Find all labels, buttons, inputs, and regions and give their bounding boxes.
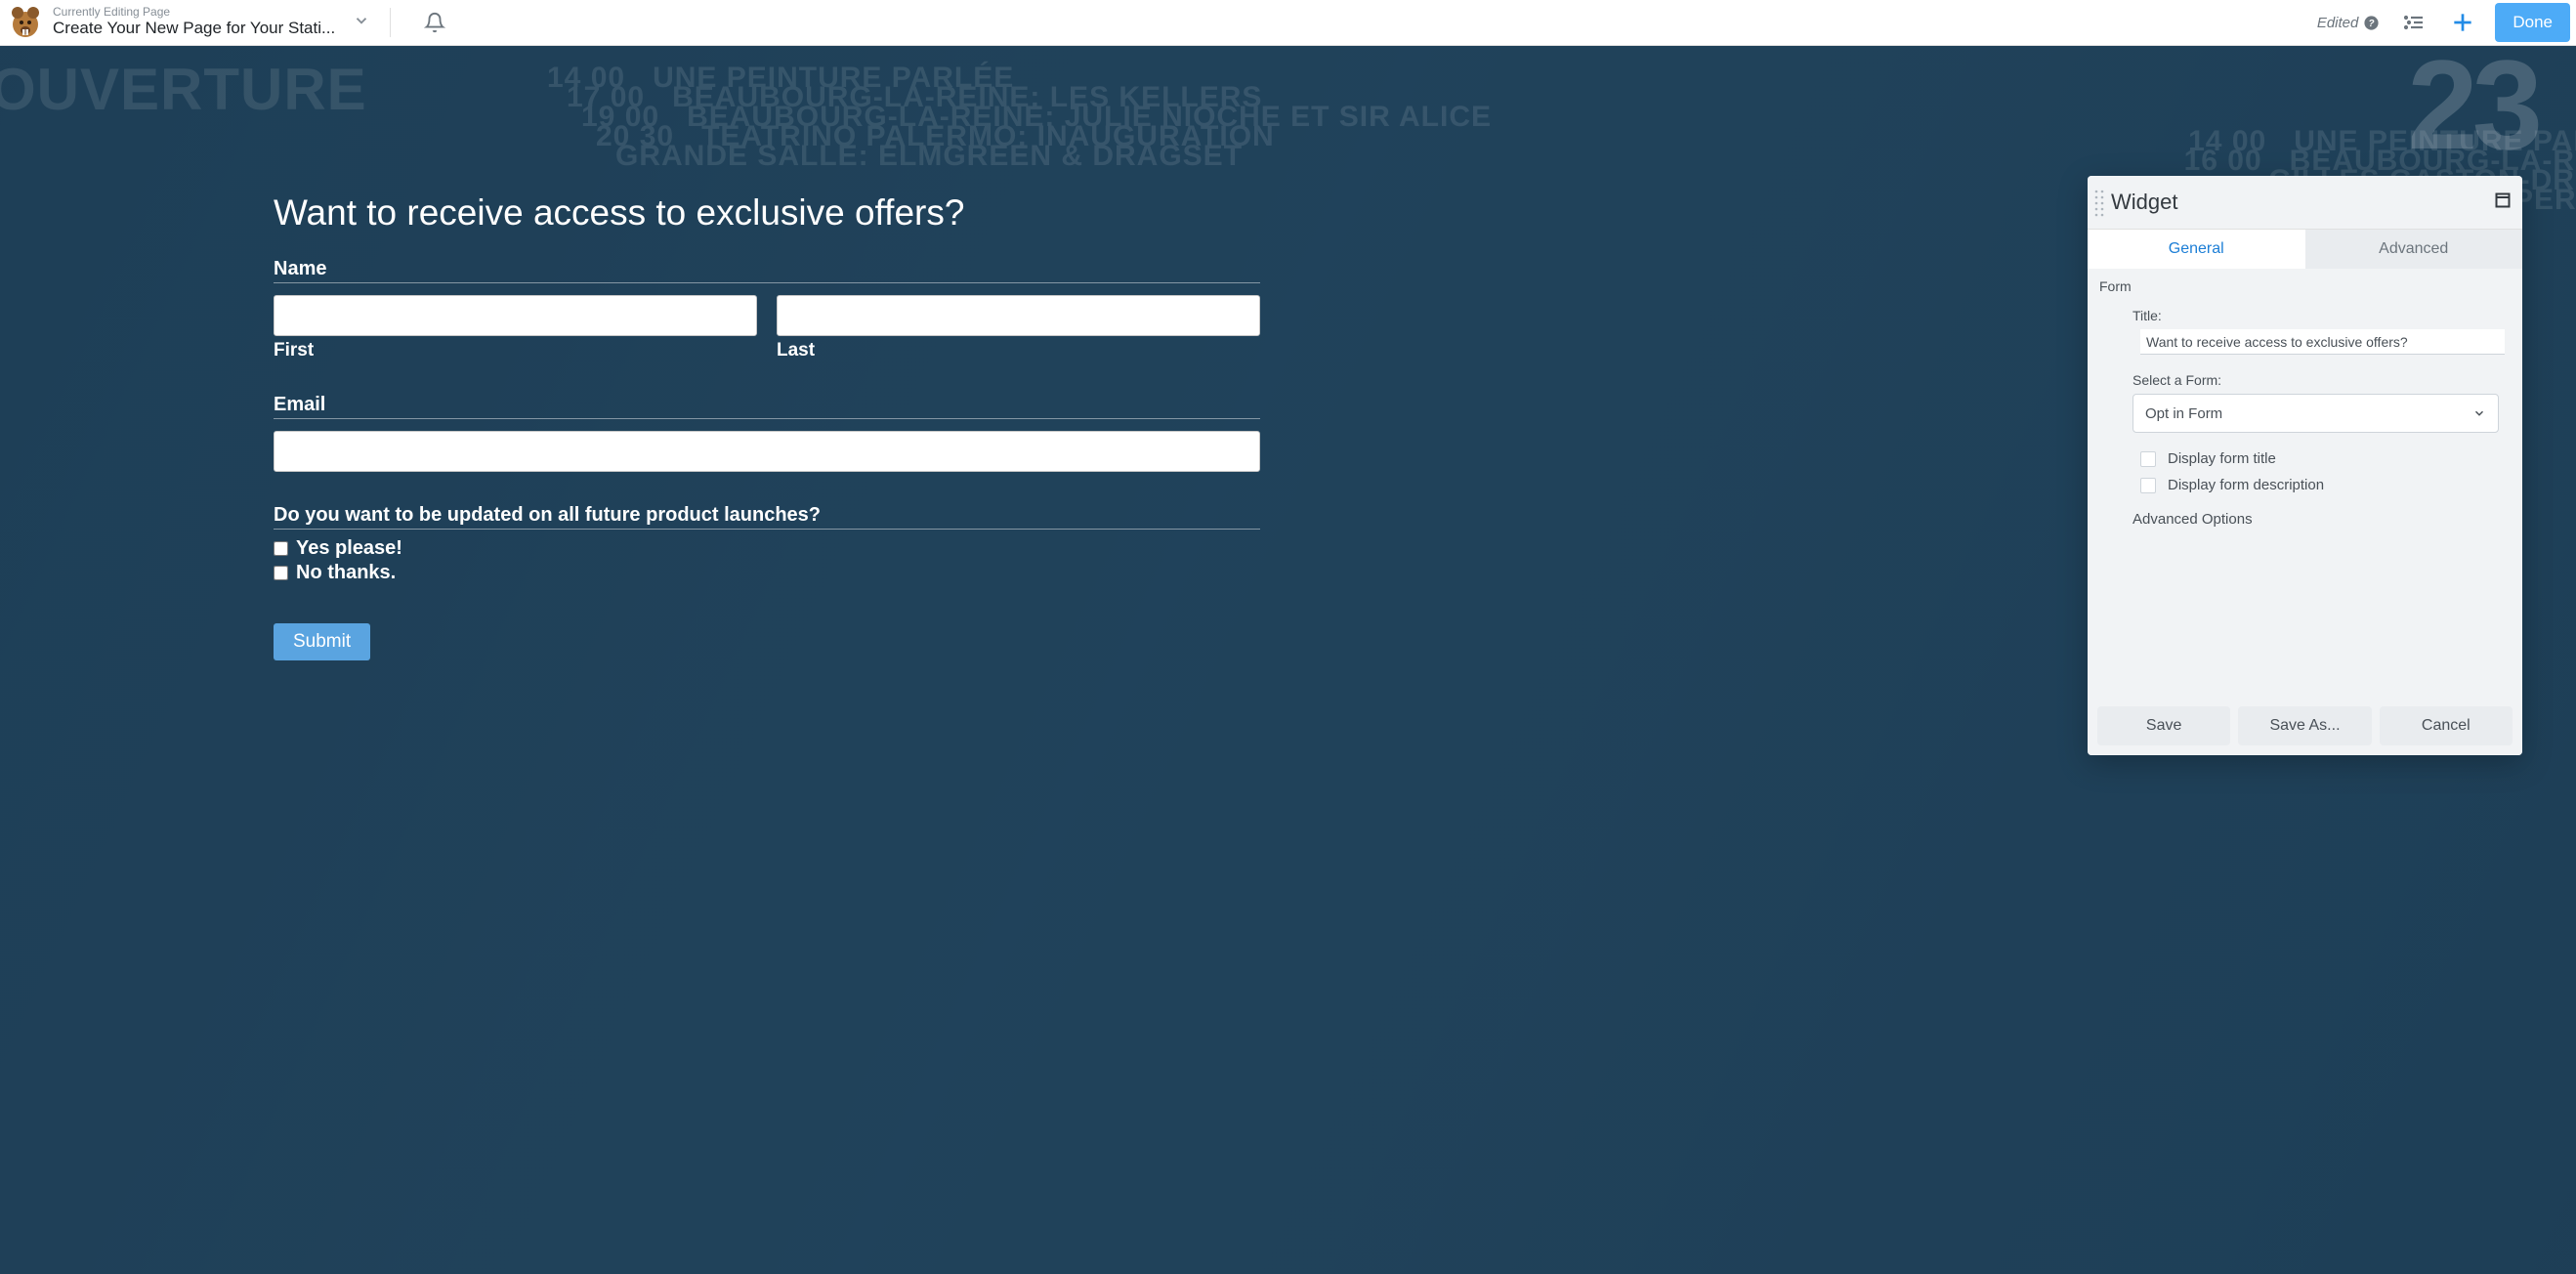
widget-title-input[interactable]: [2140, 329, 2505, 355]
display-title-label: Display form title: [2168, 450, 2276, 467]
widget-panel-title: Widget: [2111, 190, 2495, 215]
widget-panel: Widget General Advanced Form Title: Sele…: [2088, 176, 2522, 755]
last-name-input[interactable]: [777, 295, 1260, 336]
select-form-label: Select a Form:: [2133, 372, 2511, 388]
display-title-checkbox[interactable]: [2140, 451, 2156, 467]
select-form-value: Opt in Form: [2145, 405, 2222, 422]
help-icon[interactable]: ?: [2363, 15, 2380, 31]
name-label: Name: [274, 258, 1260, 283]
advanced-options-link[interactable]: Advanced Options: [2133, 511, 2511, 528]
save-button[interactable]: Save: [2097, 706, 2230, 745]
chevron-down-icon: [2472, 406, 2486, 420]
display-desc-label: Display form description: [2168, 477, 2324, 493]
page-dropdown[interactable]: [353, 12, 370, 34]
question-label: Do you want to be updated on all future …: [274, 504, 1260, 530]
save-as-button[interactable]: Save As...: [2238, 706, 2371, 745]
first-name-input[interactable]: [274, 295, 757, 336]
email-input[interactable]: [274, 431, 1260, 472]
notifications-icon[interactable]: [418, 6, 451, 39]
widget-body: Form Title: Select a Form: Opt in Form D…: [2088, 269, 2522, 697]
svg-text:?: ?: [2369, 19, 2375, 29]
form-container: Want to receive access to exclusive offe…: [274, 192, 1260, 660]
edited-status: Edited ?: [2317, 15, 2381, 31]
app-logo: [6, 3, 45, 42]
email-label: Email: [274, 394, 1260, 419]
select-form-dropdown[interactable]: Opt in Form: [2133, 394, 2499, 433]
widget-header: Widget: [2088, 176, 2522, 230]
drag-handle-icon[interactable]: [2088, 176, 2111, 230]
option-no-checkbox[interactable]: [274, 566, 288, 580]
option-yes-label: Yes please!: [296, 537, 402, 560]
submit-button[interactable]: Submit: [274, 623, 370, 660]
first-sublabel: First: [274, 340, 757, 361]
title-field-label: Title:: [2133, 308, 2511, 323]
widget-tabs: General Advanced: [2088, 230, 2522, 269]
tab-general[interactable]: General: [2088, 230, 2305, 269]
maximize-icon[interactable]: [2495, 192, 2511, 213]
form-heading: Want to receive access to exclusive offe…: [274, 192, 1260, 234]
title-block: Currently Editing Page Create Your New P…: [53, 6, 335, 39]
option-no-label: No thanks.: [296, 562, 396, 584]
form-section-label: Form: [2099, 278, 2511, 294]
display-desc-checkbox[interactable]: [2140, 478, 2156, 493]
widget-footer: Save Save As... Cancel: [2088, 697, 2522, 755]
divider: [390, 8, 391, 37]
page-title: Create Your New Page for Your Stati...: [53, 19, 335, 38]
title-subtitle: Currently Editing Page: [53, 6, 335, 19]
edited-label: Edited: [2317, 15, 2359, 31]
last-sublabel: Last: [777, 340, 1260, 361]
cancel-button[interactable]: Cancel: [2380, 706, 2513, 745]
top-bar: Currently Editing Page Create Your New P…: [0, 0, 2576, 46]
option-yes-checkbox[interactable]: [274, 541, 288, 556]
tab-advanced[interactable]: Advanced: [2305, 230, 2523, 269]
